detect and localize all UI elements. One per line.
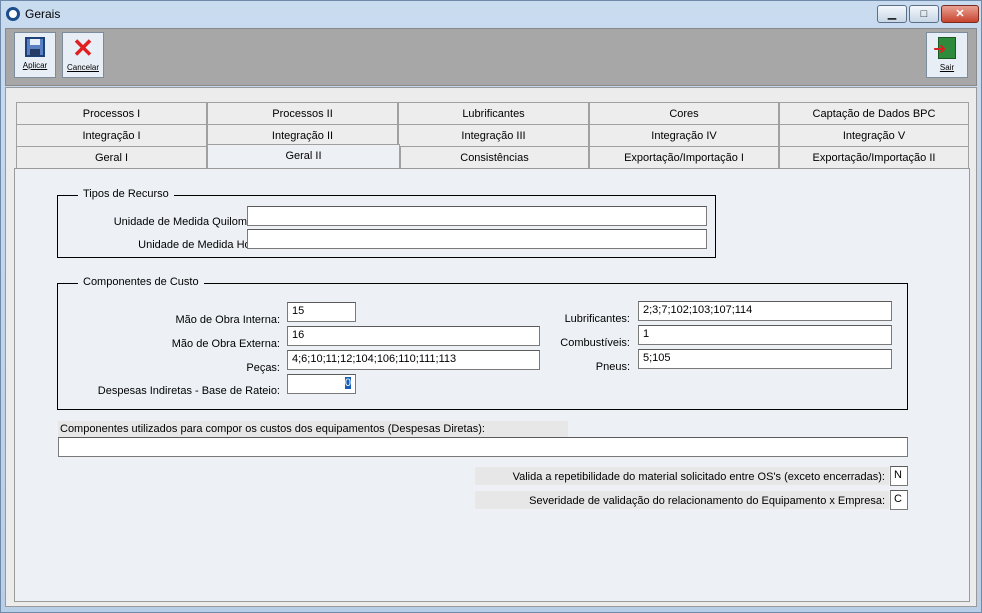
minimize-button[interactable]: ▁ — [877, 5, 907, 23]
tab-consistencias[interactable]: Consistências — [400, 146, 589, 168]
tab-exportacao-2[interactable]: Exportação/Importação II — [779, 146, 969, 168]
km-unit-input[interactable] — [247, 206, 707, 226]
pecas-input[interactable]: 4;6;10;11;12;104;106;110;111;113 — [287, 350, 540, 370]
componentes-custo-legend: Componentes de Custo — [78, 276, 204, 288]
mo-interna-input[interactable]: 15 — [287, 302, 356, 322]
cancel-button[interactable]: ✕ Cancelar — [62, 32, 104, 78]
lubrificantes-label: Lubrificantes: — [564, 313, 630, 325]
pneus-label: Pneus: — [595, 361, 630, 373]
tipos-recurso-legend: Tipos de Recurso — [78, 188, 174, 200]
exit-label: Sair — [939, 63, 955, 72]
mo-externa-label: Mão de Obra Externa: — [171, 338, 280, 350]
tab-captacao-bpc[interactable]: Captação de Dados BPC — [779, 102, 969, 124]
combustiveis-input[interactable]: 1 — [638, 325, 892, 345]
combustiveis-label: Combustíveis: — [560, 337, 630, 349]
despesas-diretas-label: Componentes utilizados para compor os cu… — [60, 423, 485, 435]
pneus-input[interactable]: 5;105 — [638, 349, 892, 369]
window-title: Gerais — [25, 7, 61, 21]
tab-exportacao-1[interactable]: Exportação/Importação I — [589, 146, 779, 168]
apply-label: Aplicar — [22, 61, 48, 70]
tab-geral-1[interactable]: Geral I — [16, 146, 207, 168]
mo-interna-label: Mão de Obra Interna: — [175, 314, 280, 326]
repetibilidade-label: Valida a repetibilidade do material soli… — [512, 471, 885, 483]
tab-integracao-5[interactable]: Integração V — [779, 124, 969, 146]
close-button[interactable]: ✕ — [941, 5, 979, 23]
tab-integracao-1[interactable]: Integração I — [16, 124, 207, 146]
apply-button[interactable]: Aplicar — [14, 32, 56, 78]
tab-processos-1[interactable]: Processos I — [16, 102, 207, 124]
mo-externa-input[interactable]: 16 — [287, 326, 540, 346]
lubrificantes-input[interactable]: 2;3;7;102;103;107;114 — [638, 301, 892, 321]
despesas-indiretas-value: 0 — [344, 377, 351, 389]
despesas-indiretas-input[interactable]: 0 — [287, 374, 356, 394]
toolbar: Aplicar ✕ Cancelar Sair — [5, 28, 977, 86]
horas-unit-input[interactable] — [247, 229, 707, 249]
content-area: Processos I Processos II Lubrificantes C… — [5, 87, 977, 607]
title-bar: Gerais ▁ □ ✕ — [1, 1, 981, 28]
tab-integracao-3[interactable]: Integração III — [398, 124, 589, 146]
tab-cores[interactable]: Cores — [589, 102, 779, 124]
save-icon — [25, 37, 45, 57]
despesas-diretas-input[interactable] — [58, 437, 908, 457]
componentes-custo-group: Componentes de Custo Mão de Obra Interna… — [57, 276, 908, 410]
tab-processos-2[interactable]: Processos II — [207, 102, 398, 124]
app-icon — [6, 7, 20, 21]
severidade-input[interactable]: C — [890, 490, 908, 510]
pecas-label: Peças: — [246, 362, 280, 374]
km-label: Unidade de Medida Quilometro: — [113, 216, 269, 228]
window: Gerais ▁ □ ✕ Aplicar ✕ Cancelar Sair Pro… — [0, 0, 982, 613]
cancel-label: Cancelar — [66, 63, 99, 72]
tab-pane-geral-2: Tipos de Recurso Unidade de Medida Quilo… — [14, 168, 970, 602]
tab-integracao-4[interactable]: Integração IV — [589, 124, 779, 146]
despesas-indiretas-label: Despesas Indiretas - Base de Rateio: — [97, 385, 280, 397]
tab-lubrificantes[interactable]: Lubrificantes — [398, 102, 589, 124]
repetibilidade-input[interactable]: N — [890, 466, 908, 486]
tab-geral-2[interactable]: Geral II — [207, 144, 400, 168]
severidade-label: Severidade de validação do relacionament… — [529, 495, 885, 507]
tab-integracao-2[interactable]: Integração II — [207, 124, 398, 146]
exit-icon — [933, 37, 956, 61]
exit-button[interactable]: Sair — [926, 32, 968, 78]
maximize-button[interactable]: □ — [909, 5, 939, 23]
tipos-recurso-group: Tipos de Recurso Unidade de Medida Quilo… — [57, 188, 716, 258]
cancel-icon: ✕ — [72, 33, 94, 63]
